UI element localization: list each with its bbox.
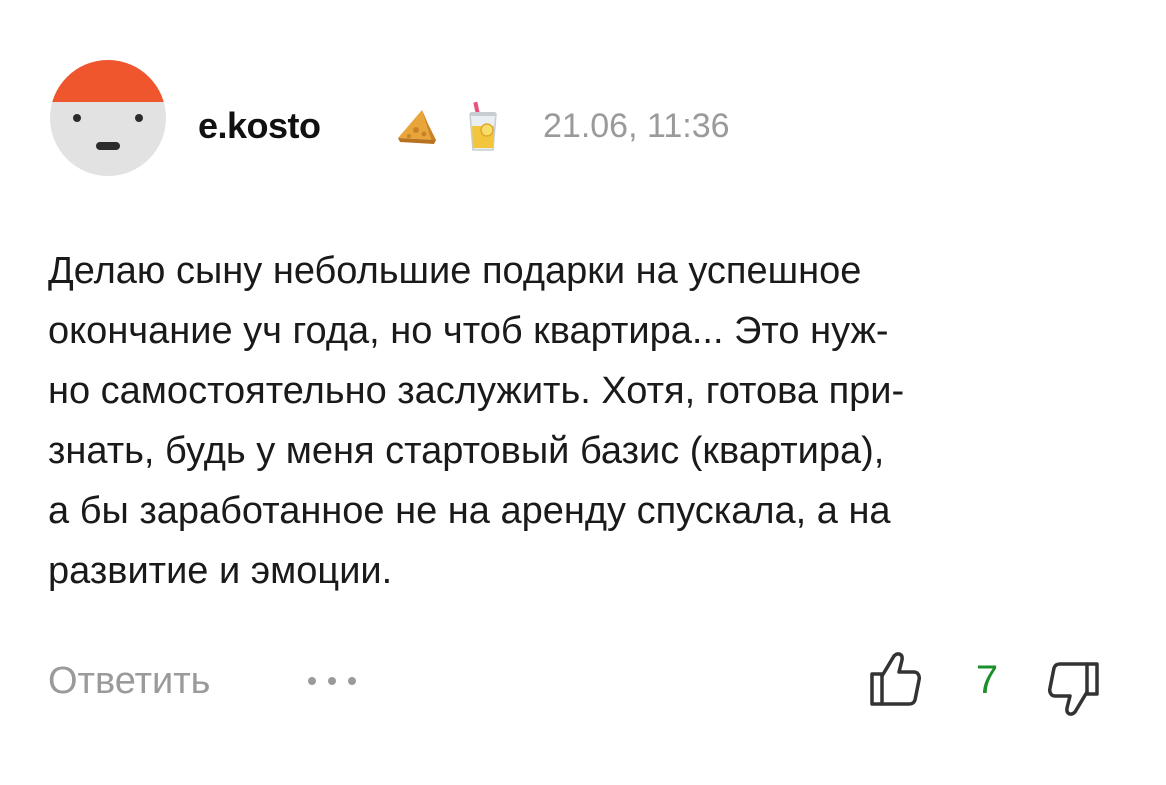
comment-text-line: но самостоятельно заслужить. Хотя, готов… (48, 370, 905, 412)
cheese-wedge-icon (398, 110, 436, 144)
thumbs-up-icon[interactable] (868, 650, 922, 708)
reply-button[interactable]: Ответить (48, 658, 210, 704)
comment-text-line: Делаю сыну небольшие подарки на успешное (48, 250, 862, 292)
like-count: 7 (975, 658, 999, 702)
comment-text-line: знать, будь у меня стартовый базис (квар… (48, 430, 885, 472)
author-name[interactable]: e.kosto (198, 104, 321, 148)
more-dots-icon[interactable] (300, 666, 364, 696)
avatar[interactable] (50, 60, 166, 176)
comment-text-line: развитие и эмоции. (48, 550, 393, 592)
comment-text-line: окончание уч года, но чтоб квартира... Э… (48, 310, 889, 352)
comment-text: Делаю сыну небольшие подарки на успешное… (48, 241, 1108, 601)
comment-card: e.kosto 21.06, 11:36 Делаю сыну небольши… (0, 0, 1166, 785)
comment-text-line: а бы заработанное не на аренду спускала,… (48, 490, 891, 532)
thumbs-down-icon[interactable] (1045, 660, 1101, 718)
timestamp: 21.06, 11:36 (543, 107, 730, 145)
drink-glass-icon (469, 101, 497, 151)
